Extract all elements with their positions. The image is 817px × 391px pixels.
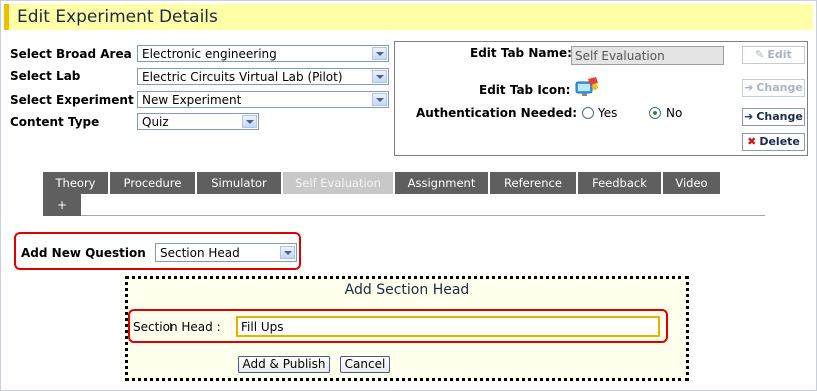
tab-name-value: Self Evaluation	[575, 49, 665, 63]
tab-reference[interactable]: Reference	[490, 172, 578, 194]
question-type-value: Section Head	[160, 246, 240, 260]
dialog-title: Add Section Head	[344, 282, 470, 298]
tab-divider	[81, 215, 765, 216]
edit-tab-icon-label: Edit Tab Icon:	[479, 83, 571, 97]
lab-select[interactable]: Electric Circuits Virtual Lab (Pilot)	[137, 68, 389, 85]
question-type-select[interactable]: Section Head	[155, 243, 297, 262]
chevron-down-icon[interactable]	[372, 93, 387, 106]
tab-theory[interactable]: Theory	[43, 172, 110, 194]
lab-value: Electric Circuits Virtual Lab (Pilot)	[142, 70, 343, 84]
tab-procedure[interactable]: Procedure	[110, 172, 197, 194]
tab-assignment[interactable]: Assignment	[395, 172, 490, 194]
broad-area-value: Electronic engineering	[142, 47, 277, 61]
page-title: Edit Experiment Details	[17, 7, 218, 27]
text-cursor-icon: I	[169, 321, 173, 334]
experiment-value: New Experiment	[142, 93, 242, 107]
tab-feedback[interactable]: Feedback	[578, 172, 663, 194]
auth-no-radio[interactable]	[649, 107, 661, 119]
chevron-down-icon[interactable]	[280, 246, 295, 259]
add-tab-button[interactable]: +	[43, 194, 81, 216]
chevron-down-icon[interactable]	[242, 115, 257, 128]
lab-label: Select Lab	[10, 69, 81, 83]
section-head-label: Section Head :	[133, 320, 221, 334]
experiment-select[interactable]: New Experiment	[137, 91, 389, 108]
chevron-down-icon[interactable]	[372, 47, 387, 60]
edit-tab-name-label: Edit Tab Name:	[470, 46, 572, 60]
experiment-label: Select Experiment	[10, 93, 134, 107]
change-icon-button-disabled[interactable]: ➜ Change	[742, 79, 805, 97]
tab-simulator[interactable]: Simulator	[197, 172, 283, 194]
monitor-icon	[574, 75, 600, 97]
section-head-value: Fill Ups	[241, 320, 284, 334]
broad-area-label: Select Broad Area	[10, 47, 132, 61]
auth-yes-radio[interactable]	[582, 107, 594, 119]
tab-video[interactable]: Video	[663, 172, 722, 194]
delete-button[interactable]: ✖ Delete	[742, 133, 805, 151]
chevron-down-icon[interactable]	[372, 70, 387, 83]
auth-no-label: No	[666, 106, 683, 120]
page-header: Edit Experiment Details	[4, 4, 813, 30]
content-type-label: Content Type	[10, 115, 100, 129]
broad-area-select[interactable]: Electronic engineering	[137, 45, 389, 62]
arrow-right-icon: ➜	[744, 81, 754, 94]
add-question-label: Add New Question	[21, 246, 146, 260]
section-head-input[interactable]: Fill Ups	[236, 316, 660, 337]
pencil-icon: ✎	[755, 48, 765, 61]
auth-label: Authentication Needed:	[416, 106, 578, 120]
cancel-button[interactable]: Cancel	[340, 356, 390, 373]
arrow-right-icon: ➜	[744, 110, 754, 123]
tab-self-evaluation[interactable]: Self Evaluation	[283, 172, 395, 194]
content-type-value: Quiz	[142, 115, 169, 129]
edit-button[interactable]: ✎ Edit	[742, 46, 805, 64]
change-button[interactable]: ➜ Change	[742, 108, 805, 126]
tab-name-field[interactable]: Self Evaluation	[571, 46, 724, 65]
content-type-select[interactable]: Quiz	[137, 113, 259, 130]
auth-yes-label: Yes	[598, 106, 618, 120]
add-publish-button[interactable]: Add & Publish	[238, 356, 330, 373]
close-icon: ✖	[747, 135, 757, 148]
